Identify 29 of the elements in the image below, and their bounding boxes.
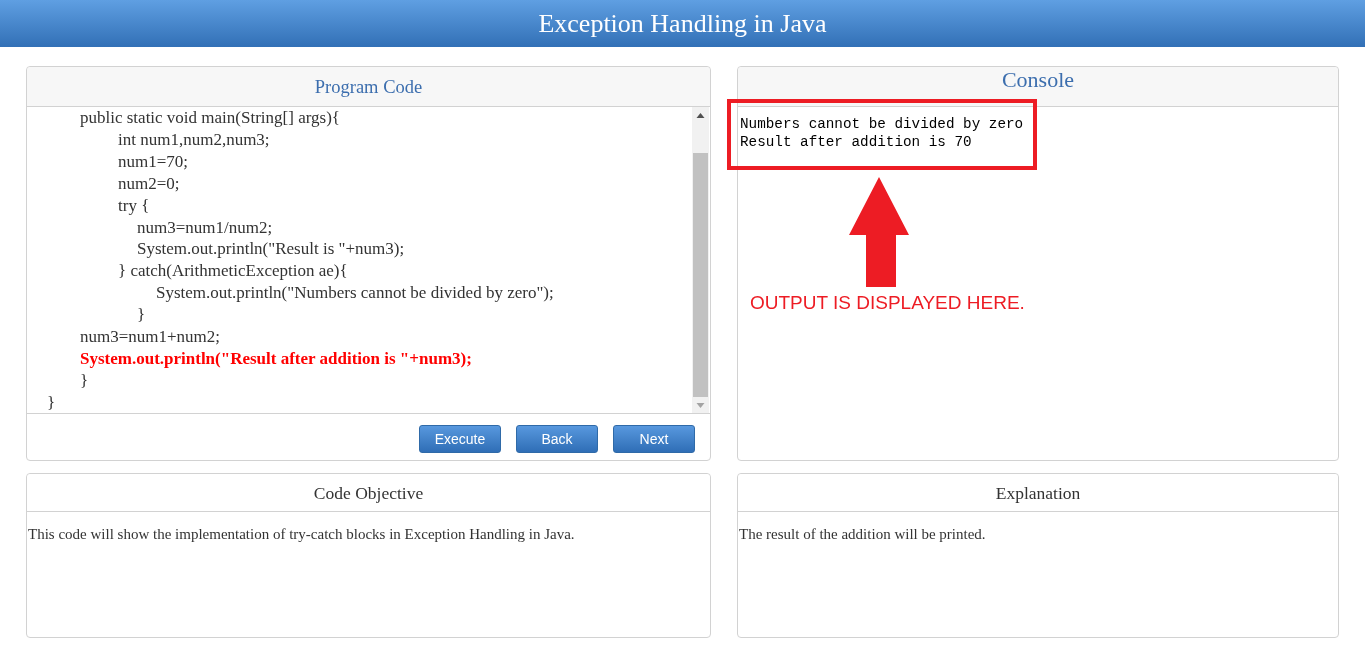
- code-line: int num1,num2,num3;: [118, 128, 270, 151]
- code-line: System.out.println("Numbers cannot be divided by zero");: [156, 282, 554, 305]
- code-line: }: [47, 391, 56, 413]
- page-title: Exception Handling in Java: [538, 8, 827, 39]
- code-line: public static void main(String[] args){: [80, 107, 340, 129]
- code-line: }: [80, 369, 89, 392]
- next-button[interactable]: Next: [613, 425, 695, 453]
- code-line: num3=num1+num2;: [80, 326, 221, 348]
- code-line: System.out.println("Result is "+num3);: [137, 238, 405, 261]
- console-line: Result after addition is 70: [740, 133, 972, 151]
- panel-title: Program Code: [314, 75, 423, 98]
- objective-text: This code will show the implementation of try-catch blocks in Exception Handling in Java.: [28, 525, 575, 543]
- panel-title: Console: [1001, 67, 1075, 93]
- code-line: }: [137, 304, 146, 327]
- execute-button[interactable]: Execute: [419, 425, 501, 453]
- annotation-text: OUTPUT IS DISPLAYED HERE.: [750, 291, 1025, 315]
- scrollbar-thumb[interactable]: [693, 153, 708, 397]
- console-line: Numbers cannot be divided by zero: [740, 115, 1024, 133]
- explanation-text: The result of the addition will be printed.: [739, 525, 986, 543]
- code-line: try {: [118, 194, 150, 217]
- scrollbar[interactable]: [692, 107, 709, 413]
- code-line: } catch(ArithmeticException ae){: [118, 260, 348, 283]
- back-button[interactable]: Back: [516, 425, 598, 453]
- code-line: num2=0;: [118, 172, 180, 195]
- code-line: num3=num1/num2;: [137, 216, 273, 239]
- panel-title: Explanation: [995, 481, 1081, 504]
- code-line: System.out.println("Result after addition is "+num3);: [80, 347, 472, 370]
- panel-title: Code Objective: [313, 481, 424, 504]
- code-line: num1=70;: [118, 150, 189, 173]
